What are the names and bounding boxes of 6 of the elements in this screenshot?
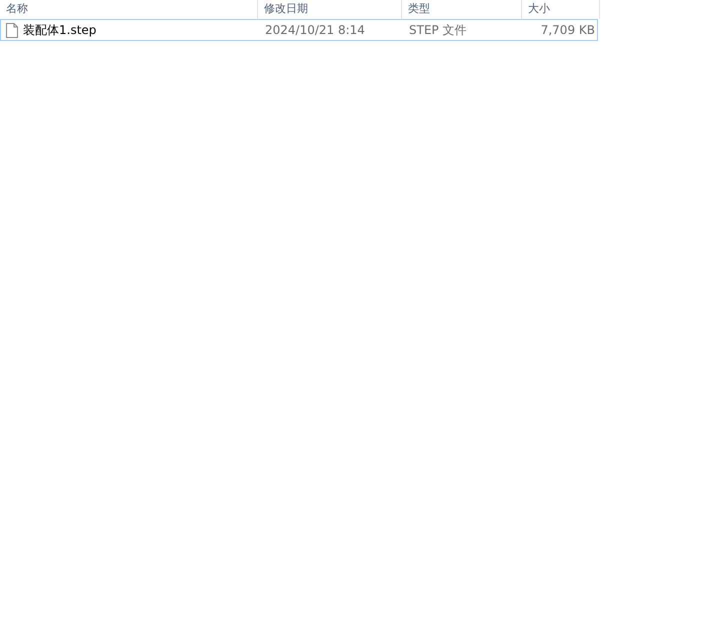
file-name: 装配体1.step (23, 22, 96, 39)
file-size: 7,709 KB (540, 22, 595, 39)
document-icon (6, 22, 18, 38)
file-date: 2024/10/21 8:14 (265, 22, 365, 39)
file-type: STEP 文件 (409, 22, 467, 39)
file-row[interactable]: 装配体1.step 2024/10/21 8:14 STEP 文件 7,709 KB (0, 19, 598, 41)
